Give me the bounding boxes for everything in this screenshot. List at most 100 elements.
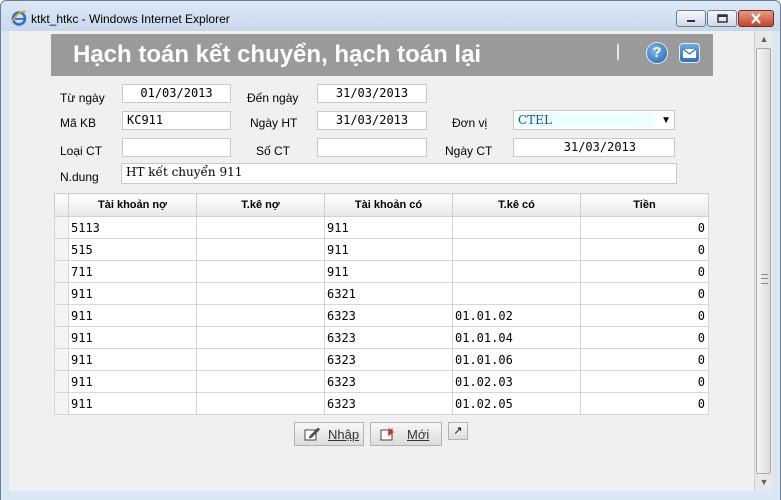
cell-t-ke-no[interactable] bbox=[196, 216, 325, 239]
ma-kb-field[interactable]: KC911 bbox=[122, 111, 231, 130]
window-title: ktkt_htkc - Windows Internet Explorer bbox=[31, 12, 230, 26]
cell-t-ke-no[interactable] bbox=[196, 370, 325, 393]
moi-button-label: Mới bbox=[407, 427, 430, 442]
cell-tien[interactable]: 0 bbox=[580, 238, 709, 261]
row-selector[interactable] bbox=[54, 238, 69, 261]
cell-tai-khoan-no[interactable]: 911 bbox=[68, 370, 197, 393]
cell-tai-khoan-co[interactable]: 911 bbox=[324, 216, 453, 239]
row-selector[interactable] bbox=[54, 392, 69, 415]
table-row[interactable]: 711 911 0 bbox=[54, 260, 709, 283]
cell-t-ke-no[interactable] bbox=[196, 348, 325, 371]
help-icon[interactable]: ? bbox=[647, 43, 667, 63]
table-row[interactable]: 911 6323 01.02.05 0 bbox=[54, 392, 709, 415]
cell-t-ke-co[interactable]: 01.02.05 bbox=[452, 392, 581, 415]
chart-arrow-icon: ↗ bbox=[453, 425, 463, 437]
column-header-tai-khoan-no[interactable]: Tài khoản nợ bbox=[68, 193, 197, 217]
ngay-ct-field[interactable]: 31/03/2013 bbox=[513, 138, 675, 157]
cell-tai-khoan-co[interactable]: 6323 bbox=[324, 392, 453, 415]
don-vi-select[interactable]: CTEL ▼ bbox=[513, 110, 675, 130]
scrollbar-grip-icon bbox=[761, 274, 768, 284]
cell-t-ke-co[interactable]: 01.01.04 bbox=[452, 326, 581, 349]
cell-tai-khoan-co[interactable]: 6323 bbox=[324, 326, 453, 349]
column-header-t-ke-co[interactable]: T.kê có bbox=[452, 193, 581, 217]
den-ngay-field[interactable]: 31/03/2013 bbox=[317, 84, 427, 103]
cell-tien[interactable]: 0 bbox=[580, 304, 709, 327]
table-row[interactable]: 911 6323 01.02.03 0 bbox=[54, 370, 709, 393]
row-selector[interactable] bbox=[54, 216, 69, 239]
moi-button[interactable]: Mới bbox=[370, 422, 442, 446]
loai-ct-field[interactable] bbox=[122, 138, 231, 157]
column-header-t-ke-no[interactable]: T.kê nợ bbox=[196, 193, 325, 217]
cell-tien[interactable]: 0 bbox=[580, 260, 709, 283]
cell-tien[interactable]: 0 bbox=[580, 392, 709, 415]
cell-t-ke-no[interactable] bbox=[196, 304, 325, 327]
chart-arrow-button[interactable]: ↗ bbox=[448, 422, 468, 440]
label-den-ngay: Đến ngày bbox=[247, 91, 299, 105]
maximize-button[interactable] bbox=[707, 10, 737, 27]
cell-tai-khoan-co[interactable]: 6323 bbox=[324, 348, 453, 371]
header-separator bbox=[617, 44, 619, 60]
minimize-button[interactable] bbox=[676, 10, 706, 27]
row-selector[interactable] bbox=[54, 304, 69, 327]
cell-tai-khoan-co[interactable]: 6321 bbox=[324, 282, 453, 305]
cell-t-ke-no[interactable] bbox=[196, 238, 325, 261]
row-selector[interactable] bbox=[54, 326, 69, 349]
table-row[interactable]: 911 6323 01.01.02 0 bbox=[54, 304, 709, 327]
cell-tai-khoan-no[interactable]: 711 bbox=[68, 260, 197, 283]
cell-t-ke-co[interactable] bbox=[452, 216, 581, 239]
cell-tai-khoan-co[interactable]: 911 bbox=[324, 238, 453, 261]
cell-t-ke-co[interactable]: 01.01.02 bbox=[452, 304, 581, 327]
cell-t-ke-no[interactable] bbox=[196, 282, 325, 305]
label-don-vi: Đơn vị bbox=[452, 116, 488, 130]
row-selector[interactable] bbox=[54, 260, 69, 283]
cell-tien[interactable]: 0 bbox=[580, 216, 709, 239]
cell-tien[interactable]: 0 bbox=[580, 370, 709, 393]
cell-t-ke-co[interactable]: 01.02.03 bbox=[452, 370, 581, 393]
cell-tai-khoan-no[interactable]: 911 bbox=[68, 326, 197, 349]
table-row[interactable]: 5113 911 0 bbox=[54, 216, 709, 239]
nhap-button[interactable]: Nhập bbox=[294, 422, 364, 446]
cell-t-ke-co[interactable]: 01.01.06 bbox=[452, 348, 581, 371]
row-selector[interactable] bbox=[54, 348, 69, 371]
table-row[interactable]: 911 6323 01.01.06 0 bbox=[54, 348, 709, 371]
row-selector[interactable] bbox=[54, 370, 69, 393]
close-button[interactable] bbox=[738, 10, 774, 27]
table-row[interactable]: 911 6323 01.01.04 0 bbox=[54, 326, 709, 349]
tu-ngay-field[interactable]: 01/03/2013 bbox=[122, 84, 231, 103]
cell-tai-khoan-no[interactable]: 911 bbox=[68, 348, 197, 371]
ngay-ht-field[interactable]: 31/03/2013 bbox=[317, 111, 427, 130]
column-header-tai-khoan-co[interactable]: Tài khoản có bbox=[324, 193, 453, 217]
table-header-row: Tài khoản nợ T.kê nợ Tài khoản có T.kê c… bbox=[54, 193, 709, 217]
table-row[interactable]: 911 6321 0 bbox=[54, 282, 709, 305]
cell-t-ke-no[interactable] bbox=[196, 326, 325, 349]
column-header-tien[interactable]: Tiền bbox=[580, 193, 709, 217]
cell-tien[interactable]: 0 bbox=[580, 348, 709, 371]
title-bar: ktkt_htkc - Windows Internet Explorer bbox=[1, 1, 780, 31]
scroll-up-arrow-icon[interactable]: ▲ bbox=[755, 31, 773, 48]
dropdown-arrow-icon[interactable]: ▼ bbox=[661, 115, 671, 126]
cell-tai-khoan-co[interactable]: 911 bbox=[324, 260, 453, 283]
cell-tai-khoan-no[interactable]: 515 bbox=[68, 238, 197, 261]
row-selector[interactable] bbox=[54, 282, 69, 305]
cell-tai-khoan-no[interactable]: 911 bbox=[68, 392, 197, 415]
cell-t-ke-co[interactable] bbox=[452, 238, 581, 261]
minimize-icon bbox=[687, 20, 695, 22]
table-row[interactable]: 515 911 0 bbox=[54, 238, 709, 261]
cell-t-ke-co[interactable] bbox=[452, 260, 581, 283]
n-dung-field[interactable]: HT kết chuyển 911 bbox=[121, 163, 677, 184]
scrollbar-thumb[interactable] bbox=[756, 48, 771, 474]
cell-tai-khoan-no[interactable]: 911 bbox=[68, 304, 197, 327]
scroll-down-arrow-icon[interactable]: ▼ bbox=[755, 474, 773, 491]
cell-tien[interactable]: 0 bbox=[580, 326, 709, 349]
cell-tai-khoan-co[interactable]: 6323 bbox=[324, 370, 453, 393]
cell-tai-khoan-co[interactable]: 6323 bbox=[324, 304, 453, 327]
cell-tai-khoan-no[interactable]: 5113 bbox=[68, 216, 197, 239]
so-ct-field[interactable] bbox=[317, 138, 427, 157]
cell-t-ke-no[interactable] bbox=[196, 392, 325, 415]
vertical-scrollbar[interactable]: ▲ ▼ bbox=[754, 31, 773, 491]
mail-icon[interactable] bbox=[680, 44, 699, 62]
cell-t-ke-no[interactable] bbox=[196, 260, 325, 283]
cell-tai-khoan-no[interactable]: 911 bbox=[68, 282, 197, 305]
cell-tien[interactable]: 0 bbox=[580, 282, 709, 305]
cell-t-ke-co[interactable] bbox=[452, 282, 581, 305]
